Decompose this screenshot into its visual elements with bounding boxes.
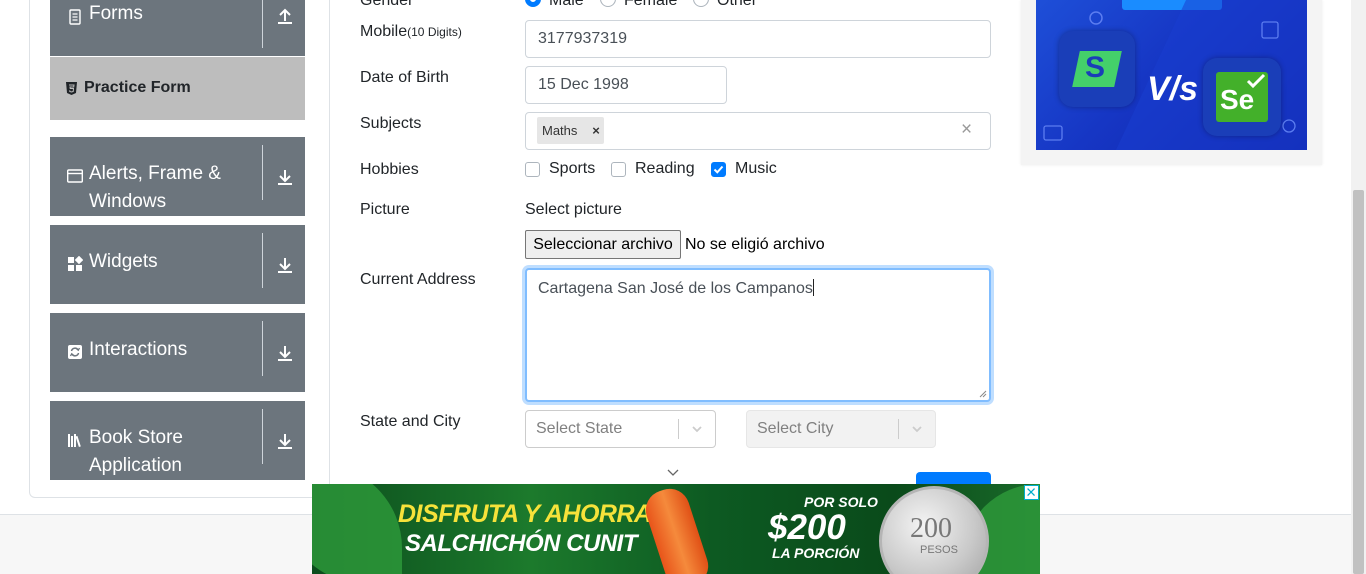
select-picture-label: Select picture (525, 201, 622, 218)
file-status: No se eligió archivo (685, 236, 825, 253)
sidebar-group-interactions[interactable]: Interactions (50, 313, 305, 392)
expand-arrow-down-icon[interactable] (275, 167, 295, 187)
html5-icon (66, 82, 77, 95)
chevron-down-icon (912, 426, 922, 433)
hobbies-label: Hobbies (360, 161, 419, 178)
gender-option-label[interactable]: Other (717, 0, 757, 10)
state-select[interactable]: Select State (525, 410, 716, 448)
clear-icon[interactable]: × (961, 119, 972, 141)
sidebar-item-label: Practice Form (84, 79, 191, 96)
divider (262, 145, 263, 200)
ad-product-name: SALCHICHÓN CUNIT (405, 530, 638, 557)
divider (262, 321, 263, 376)
books-icon (68, 434, 81, 448)
ad-price-suffix: LA PORCIÓN (772, 545, 860, 561)
gender-label: Gender (360, 0, 414, 9)
sidebar-group-alerts-frame-windows[interactable]: Alerts, Frame & Windows (50, 137, 305, 216)
leaf-decoration (312, 484, 402, 574)
subject-chip: Maths × (537, 117, 604, 144)
logo-letter: S (1085, 51, 1106, 84)
subjects-label: Subjects (360, 115, 422, 132)
divider (262, 409, 263, 464)
sidebar-group-forms[interactable]: Forms (50, 0, 305, 56)
sidebar-group-book-store[interactable]: Book Store Application (50, 401, 305, 480)
divider (898, 419, 899, 439)
state-placeholder: Select State (536, 420, 623, 437)
product-image (640, 484, 714, 574)
page: Forms Practice Form Alerts, Frame & Wind… (0, 0, 1366, 574)
expand-arrow-down-icon[interactable] (275, 255, 295, 275)
side-ad-image[interactable]: S V/s Se (1036, 0, 1307, 150)
picture-label: Picture (360, 201, 410, 218)
sidebar-group-label: Alerts, Frame & (89, 163, 221, 184)
mobile-label-text: Mobile (360, 23, 408, 40)
resize-handle-icon[interactable] (979, 390, 987, 398)
chevron-down-icon (692, 426, 702, 433)
current-address-textarea[interactable]: Cartagena San José de los Campanos (525, 268, 991, 402)
hobby-checkbox-sports[interactable] (525, 162, 540, 177)
hobby-checkbox-music[interactable] (711, 162, 726, 177)
subject-chip-label: Maths (542, 123, 578, 138)
city-placeholder: Select City (757, 420, 834, 437)
testing-tool-logo: S (1059, 31, 1135, 107)
hobby-option-label[interactable]: Reading (635, 160, 695, 178)
expand-arrow-down-icon[interactable] (275, 343, 295, 363)
checkmark-icon (713, 165, 724, 174)
gender-radio-other[interactable] (693, 0, 709, 7)
city-select[interactable]: Select City (746, 410, 936, 448)
window-icon (67, 169, 83, 183)
close-icon (1027, 488, 1035, 496)
hobby-option-label[interactable]: Music (735, 160, 777, 178)
sidebar-group-label: Forms (89, 3, 143, 24)
collapse-arrow-up-icon[interactable] (275, 6, 295, 26)
vs-text: V/s (1147, 70, 1199, 108)
coin-unit: PESOS (920, 544, 958, 556)
mobile-hint: (10 Digits) (407, 25, 462, 39)
gender-radio-male[interactable] (525, 0, 541, 7)
gender-radio-female[interactable] (600, 0, 616, 7)
state-city-label: State and City (360, 413, 461, 430)
widgets-icon (68, 256, 83, 271)
hobby-checkbox-reading[interactable] (611, 162, 626, 177)
coin-value: 200 (910, 513, 952, 544)
current-address-label: Current Address (360, 271, 476, 288)
document-icon (69, 9, 81, 25)
chip-remove-icon[interactable]: × (588, 117, 604, 144)
sidebar-group-label: Interactions (89, 339, 188, 360)
scrollbar-thumb[interactable] (1353, 190, 1364, 574)
sidebar-group-widgets[interactable]: Widgets (50, 225, 305, 304)
ad-price: $200 (768, 508, 846, 547)
divider (262, 233, 263, 288)
interactions-icon (68, 345, 82, 359)
sidebar-group-label: Book Store (89, 427, 183, 448)
sidebar-group-label: Application (89, 455, 182, 476)
mobile-label: Mobile(10 Digits) (360, 23, 462, 41)
gender-option-label[interactable]: Male (549, 0, 584, 10)
sidebar-group-label: Windows (89, 191, 167, 212)
dob-field[interactable]: 15 Dec 1998 (525, 66, 727, 104)
gender-option-label[interactable]: Female (624, 0, 677, 10)
ad-close-icon[interactable] (1024, 485, 1039, 500)
divider (678, 419, 679, 439)
ad-headline: DISFRUTA Y AHORRA (398, 500, 652, 528)
bottom-ad-banner[interactable]: DISFRUTA Y AHORRA SALCHICHÓN CUNIT POR S… (312, 484, 1040, 574)
current-address-value: Cartagena San José de los Campanos (538, 280, 813, 297)
dob-label: Date of Birth (360, 69, 449, 86)
selenium-logo: Se (1203, 58, 1281, 136)
choose-file-button[interactable]: Seleccionar archivo (525, 230, 681, 259)
hobby-option-label[interactable]: Sports (549, 160, 595, 178)
divider (262, 0, 263, 48)
sidebar-group-label: Widgets (89, 251, 158, 272)
coin-image: 200 PESOS (879, 486, 989, 574)
scroll-down-chevron-icon[interactable] (666, 468, 680, 478)
sidebar-item-practice-form[interactable]: Practice Form (50, 57, 305, 120)
check-icon (1246, 73, 1266, 89)
mobile-field[interactable]: 3177937319 (525, 20, 991, 58)
text-caret (812, 279, 814, 296)
expand-arrow-down-icon[interactable] (275, 431, 295, 451)
